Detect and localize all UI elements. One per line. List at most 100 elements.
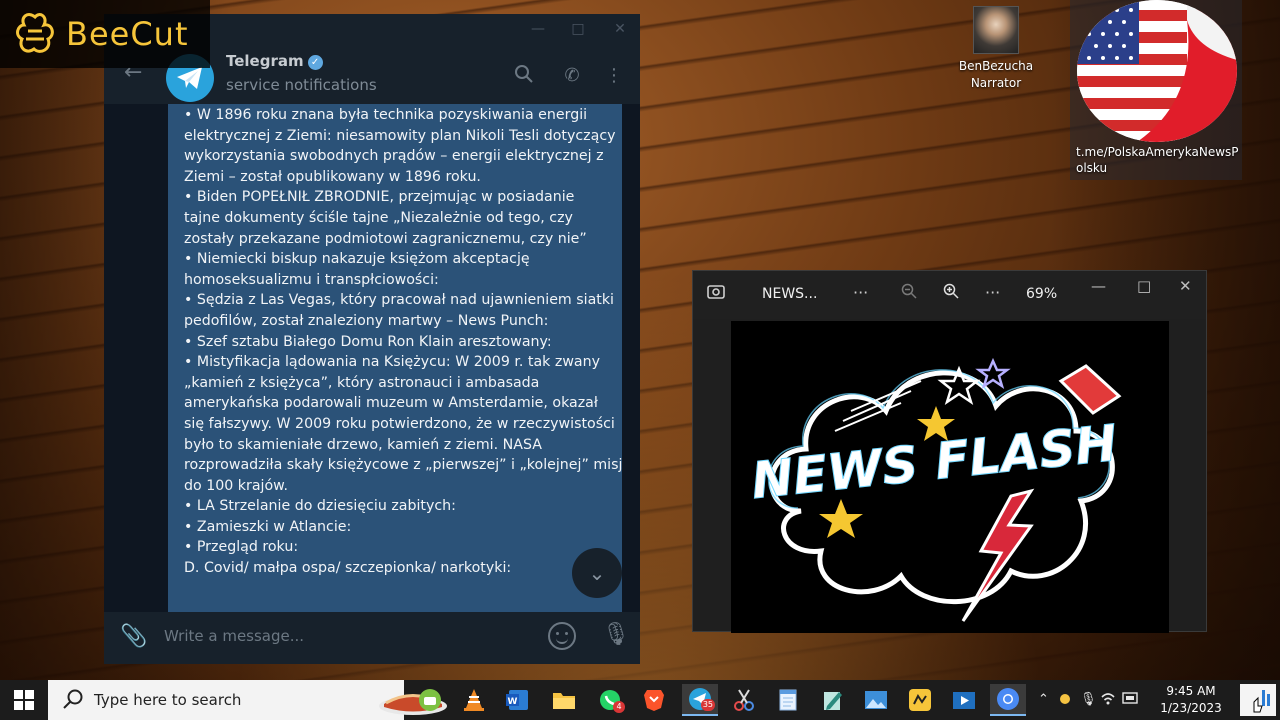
message-line: • Mistyfikacja lądowania na Księżycu: W … [184, 354, 601, 371]
message-line: • Szef sztabu Białego Domu Ron Klain are… [184, 333, 552, 350]
viewer-minimize-button[interactable]: — [1091, 277, 1106, 295]
zoom-level: 69% [1026, 286, 1058, 302]
windows-start-icon[interactable] [14, 690, 34, 710]
message-line: się fałszywy. W 2009 roku potwierdzono, … [184, 415, 615, 432]
clock-time: 9:45 AM [1166, 684, 1216, 698]
message-line: pedofilów, został znaleziony martwy – Ne… [184, 312, 549, 329]
message-line: zostały przekazane podmiotowi zagraniczn… [184, 230, 587, 247]
taskbar-app-chrome[interactable] [990, 684, 1026, 716]
taskbar-clock[interactable]: 9:45 AM 1/23/2023 [1158, 683, 1224, 717]
tray-overflow-chevron-icon[interactable]: ⌃ [1038, 692, 1049, 707]
svg-text:W: W [508, 697, 518, 707]
taskbar-app-photos[interactable] [858, 684, 894, 716]
photos-icon [865, 691, 887, 709]
message-line: Ziemi – został opublikowany w 1896 roku. [184, 168, 481, 185]
taskbar-app-media[interactable] [946, 684, 982, 716]
channel-icon-label: t.me/PolskaAmerykaNewsPolsku [1076, 145, 1239, 175]
message-line: • Niemiecki biskup nakazuje księżom akce… [184, 251, 530, 268]
brave-lion-icon [644, 690, 664, 711]
more-options-icon[interactable]: ⋮ [602, 64, 626, 88]
message-line: wykorzystania swobodnych prądów – energi… [184, 148, 604, 165]
scissors-tool-icon [734, 689, 754, 711]
telegram-plane-icon [177, 67, 202, 89]
message-bubble[interactable]: • W 1896 roku znana była technika pozysk… [168, 104, 622, 612]
beecut-watermark: BeeCut [0, 0, 210, 68]
message-line: „kamień z księżyca”, który astronauci i … [184, 374, 540, 391]
taskbar-app-editor[interactable] [814, 684, 850, 716]
windows-taskbar[interactable]: Type here to search W 4 35 ⌃ 🎙 9:45 AM 1… [0, 680, 1280, 720]
clock-date: 1/23/2023 [1160, 701, 1222, 715]
chat-title-text: Telegram [226, 52, 304, 70]
android-emulator-icon [419, 689, 441, 711]
message-line: • W 1896 roku znana była technika pozysk… [184, 107, 588, 123]
zoom-out-icon[interactable] [901, 283, 917, 303]
word-icon: W [506, 690, 528, 710]
taskbar-app-telegram[interactable]: 35 [682, 684, 718, 716]
message-input[interactable]: Write a message... [164, 627, 304, 645]
more-zoom-options-icon[interactable]: ··· [985, 283, 1000, 302]
vlc-cone-icon [464, 689, 484, 711]
taskbar-app-vlc[interactable] [456, 684, 492, 716]
narrator-label-line1: BenBezucha [958, 59, 1034, 73]
taskbar-app-android[interactable] [412, 684, 448, 716]
show-desktop-button[interactable] [1240, 684, 1276, 716]
minimize-button[interactable]: — [524, 18, 552, 40]
more-options-icon[interactable]: ··· [853, 283, 868, 302]
bee-logo-icon [16, 13, 54, 53]
pen-document-icon [824, 692, 842, 710]
desktop-icon-narrator[interactable]: BenBezucha Narrator [950, 6, 1042, 92]
scroll-down-icon[interactable]: ⌄ [572, 548, 622, 598]
taskbar-app-file-explorer[interactable] [546, 684, 582, 716]
cursor-hand-icon [1253, 690, 1270, 713]
video-editor-icon [953, 692, 975, 709]
viewer-toolbar[interactable]: NEWS... ··· ··· 69% — □ ✕ [693, 271, 1206, 319]
telegram-window[interactable]: — □ ✕ ← Telegram ✓ service notifications … [104, 14, 640, 664]
narrator-label-line2: Narrator [970, 76, 1022, 90]
message-line: homoseksualizmu i transpłciowości: [184, 271, 439, 288]
chat-title: Telegram ✓ [226, 52, 323, 70]
beecut-app-icon [909, 689, 931, 711]
folder-icon [553, 693, 575, 709]
telegram-badge: 35 [700, 699, 715, 711]
desktop-icon-channel[interactable]: t.me/PolskaAmerykaNewsPolsku [1070, 0, 1242, 180]
taskbar-app-brave[interactable] [636, 684, 672, 716]
taskbar-search-box[interactable]: Type here to search [48, 680, 447, 720]
tray-microphone-icon[interactable]: 🎙 [1080, 692, 1097, 707]
message-line: • LA Strzelanie do dziesięciu zabitych: [184, 498, 456, 515]
microphone-icon[interactable]: 🎙 [602, 622, 630, 647]
zoom-in-icon[interactable] [943, 283, 959, 303]
narrator-thumbnail [973, 6, 1019, 54]
close-button[interactable]: ✕ [606, 18, 634, 40]
taskbar-app-word[interactable]: W [500, 684, 536, 716]
news-flash-image: NEWS FLASH [731, 321, 1169, 633]
chat-history[interactable]: • W 1896 roku znana była technika pozysk… [104, 104, 640, 612]
taskbar-app-paint-tool[interactable] [726, 684, 762, 716]
tray-wifi-icon[interactable] [1100, 692, 1116, 710]
taskbar-app-beecut[interactable] [902, 684, 938, 716]
message-text: • W 1896 roku znana była technika pozysk… [184, 104, 622, 579]
phone-call-icon[interactable]: ✆ [560, 64, 584, 88]
message-line: rozprowadziła skały księżycowe z „pierws… [184, 457, 622, 474]
viewer-close-button[interactable]: ✕ [1179, 277, 1192, 295]
attach-paperclip-icon[interactable]: 📎 [120, 624, 147, 649]
taskbar-app-notepad[interactable] [770, 684, 806, 716]
chrome-icon [997, 688, 1019, 710]
tray-display-icon[interactable] [1122, 692, 1138, 710]
message-line: D. Covid/ małpa ospa/ szczepionka/ narko… [184, 560, 512, 577]
photos-app-icon[interactable] [707, 283, 725, 305]
photos-viewer-window[interactable]: NEWS... ··· ··· 69% — □ ✕ NEWS FLASH [692, 270, 1207, 633]
message-line: • Sędzia z Las Vegas, który pracował nad… [184, 292, 614, 309]
verified-icon: ✓ [307, 55, 323, 70]
message-line: elektrycznej z Ziemi: niesamowity plan N… [184, 127, 616, 144]
message-composer[interactable]: 📎 Write a message... 🎙 [104, 612, 640, 664]
message-line: • Biden POPEŁNIŁ ZBRODNIE, przejmując w … [184, 189, 575, 206]
tray-app-icon[interactable] [1058, 692, 1072, 710]
maximize-button[interactable]: □ [564, 18, 592, 40]
search-icon[interactable] [512, 64, 536, 88]
message-line: amerykańska podarowali muzeum w Amsterda… [184, 395, 598, 412]
emoji-icon[interactable] [548, 622, 576, 650]
search-icon [63, 689, 83, 709]
viewer-maximize-button[interactable]: □ [1137, 277, 1151, 295]
message-line: było to skamieniałe drzewo, kamień z zie… [184, 436, 542, 453]
taskbar-app-whatsapp[interactable]: 4 [592, 684, 628, 716]
